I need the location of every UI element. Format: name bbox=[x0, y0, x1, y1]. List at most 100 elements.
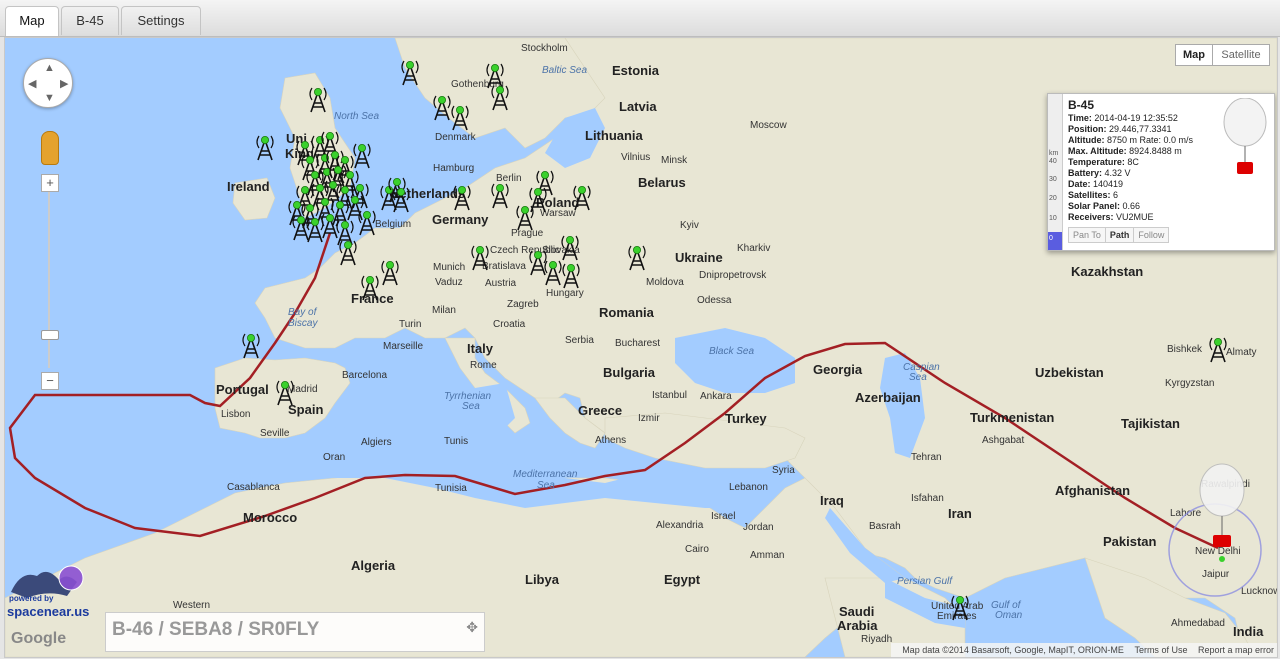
svg-text:Black Sea: Black Sea bbox=[709, 346, 754, 357]
pan-up-icon[interactable]: ▲ bbox=[44, 62, 55, 74]
info-actions: Pan To Path Follow bbox=[1068, 227, 1170, 243]
svg-text:Turkmenistan: Turkmenistan bbox=[970, 410, 1054, 425]
svg-text:Italy: Italy bbox=[467, 341, 494, 356]
svg-text:Casablanca: Casablanca bbox=[227, 482, 280, 493]
spacenear-label: spacenear.us bbox=[7, 604, 90, 619]
svg-text:Afghanistan: Afghanistan bbox=[1055, 483, 1130, 498]
svg-text:Arabia: Arabia bbox=[837, 618, 878, 633]
svg-text:Zagreb: Zagreb bbox=[507, 299, 539, 310]
svg-text:Lithuania: Lithuania bbox=[585, 128, 644, 143]
map-type-satellite-button[interactable]: Satellite bbox=[1212, 44, 1270, 66]
zoom-track[interactable] bbox=[48, 192, 50, 368]
svg-text:Moscow: Moscow bbox=[750, 120, 787, 131]
svg-text:France: France bbox=[351, 291, 394, 306]
svg-text:Tunisia: Tunisia bbox=[435, 483, 467, 494]
svg-text:Seville: Seville bbox=[260, 428, 290, 439]
zoom-control[interactable]: + − bbox=[41, 174, 59, 390]
move-icon[interactable]: ✥ bbox=[466, 619, 478, 636]
svg-text:Turkey: Turkey bbox=[725, 411, 767, 426]
svg-text:Spain: Spain bbox=[288, 402, 323, 417]
svg-text:Syria: Syria bbox=[772, 465, 795, 476]
svg-text:Lahore: Lahore bbox=[1170, 508, 1202, 519]
altitude-tick: 0 bbox=[1049, 235, 1053, 242]
info-row: Max. Altitude: 8924.8488 m bbox=[1068, 146, 1193, 157]
svg-text:Libya: Libya bbox=[525, 572, 560, 587]
altitude-tick: 30 bbox=[1049, 176, 1057, 183]
street-view-pegman-icon[interactable] bbox=[41, 131, 59, 165]
terms-of-use-link[interactable]: Terms of Use bbox=[1134, 645, 1187, 655]
svg-text:Lebanon: Lebanon bbox=[729, 482, 768, 493]
svg-text:Vaduz: Vaduz bbox=[435, 277, 463, 288]
altitude-gauge: km 40 30 20 10 0 bbox=[1048, 94, 1063, 250]
svg-text:Warsaw: Warsaw bbox=[540, 208, 577, 219]
info-row-key: Solar Panel: bbox=[1068, 201, 1121, 211]
svg-text:Istanbul: Istanbul bbox=[652, 390, 687, 401]
pan-right-icon[interactable]: ▶ bbox=[60, 77, 68, 90]
svg-text:Denmark: Denmark bbox=[435, 132, 477, 143]
map-attribution: Map data ©2014 Basarsoft, Google, MapIT,… bbox=[891, 643, 1277, 657]
zoom-thumb[interactable] bbox=[41, 330, 59, 340]
pan-down-icon[interactable]: ▼ bbox=[44, 92, 55, 104]
info-row: Date: 140419 bbox=[1068, 179, 1193, 190]
svg-text:Oran: Oran bbox=[323, 452, 345, 463]
info-row-key: Temperature: bbox=[1068, 157, 1125, 167]
svg-text:Belgium: Belgium bbox=[375, 219, 411, 230]
svg-text:Kyiv: Kyiv bbox=[680, 220, 699, 231]
svg-text:Izmir: Izmir bbox=[638, 413, 660, 424]
report-map-error-link[interactable]: Report a map error bbox=[1198, 645, 1274, 655]
svg-text:Bishkek: Bishkek bbox=[1167, 344, 1203, 355]
follow-button[interactable]: Follow bbox=[1134, 228, 1168, 242]
tracked-payloads-label: B-46 / SEBA8 / SR0FLY bbox=[112, 619, 320, 640]
tab-settings[interactable]: Settings bbox=[121, 6, 201, 35]
svg-text:Hungary: Hungary bbox=[546, 288, 584, 299]
svg-text:Egypt: Egypt bbox=[664, 572, 701, 587]
map-canvas[interactable]: Ireland Uni King Netherlands Belgium Ger… bbox=[4, 37, 1278, 658]
tab-map[interactable]: Map bbox=[5, 6, 59, 36]
svg-text:Georgia: Georgia bbox=[813, 362, 863, 377]
path-button[interactable]: Path bbox=[1106, 228, 1135, 242]
google-logo[interactable]: Google bbox=[11, 630, 66, 648]
spacenear-logo[interactable]: powered by spacenear.us bbox=[7, 562, 91, 620]
svg-text:Uzbekistan: Uzbekistan bbox=[1035, 365, 1104, 380]
svg-text:Minsk: Minsk bbox=[661, 155, 688, 166]
svg-text:Austria: Austria bbox=[485, 278, 517, 289]
svg-text:Tunis: Tunis bbox=[444, 436, 468, 447]
zoom-in-button[interactable]: + bbox=[41, 174, 59, 192]
svg-text:Azerbaijan: Azerbaijan bbox=[855, 390, 921, 405]
map-data-label: Map data ©2014 Basarsoft, Google, MapIT,… bbox=[902, 645, 1124, 655]
pan-left-icon[interactable]: ◀ bbox=[28, 77, 36, 90]
svg-text:Madrid: Madrid bbox=[287, 384, 318, 395]
svg-text:Iran: Iran bbox=[948, 506, 972, 521]
info-row-value: 8924.8488 m bbox=[1126, 146, 1182, 156]
svg-text:Estonia: Estonia bbox=[612, 63, 660, 78]
svg-text:Almaty: Almaty bbox=[1226, 347, 1257, 358]
svg-text:Cairo: Cairo bbox=[685, 544, 709, 555]
tab-bar: Map B-45 Settings bbox=[0, 0, 1280, 37]
pan-to-button[interactable]: Pan To bbox=[1069, 228, 1106, 242]
svg-text:Gothenburg: Gothenburg bbox=[451, 79, 504, 90]
tracked-payloads-box: B-46 / SEBA8 / SR0FLY ✥ bbox=[105, 612, 485, 652]
info-row: Altitude: 8750 m Rate: 0.0 m/s bbox=[1068, 135, 1193, 146]
svg-text:Kharkiv: Kharkiv bbox=[737, 243, 770, 254]
svg-text:Lisbon: Lisbon bbox=[221, 409, 250, 420]
altitude-tick: 10 bbox=[1049, 215, 1057, 222]
tab-b45[interactable]: B-45 bbox=[61, 6, 119, 35]
svg-text:Amman: Amman bbox=[750, 550, 784, 561]
svg-text:Ankara: Ankara bbox=[700, 391, 732, 402]
info-row-value: VU2MUE bbox=[1113, 212, 1154, 222]
svg-text:Odessa: Odessa bbox=[697, 295, 732, 306]
map-type-map-button[interactable]: Map bbox=[1175, 44, 1213, 66]
balloon-image-icon bbox=[1223, 98, 1267, 174]
svg-text:Riyadh: Riyadh bbox=[861, 634, 892, 645]
info-row-value: 4.32 V bbox=[1102, 168, 1131, 178]
svg-text:Isfahan: Isfahan bbox=[911, 493, 944, 504]
zoom-out-button[interactable]: − bbox=[41, 372, 59, 390]
pan-control[interactable]: ▲ ▼ ◀ ▶ bbox=[23, 58, 73, 108]
info-row-value: 2014-04-19 12:35:52 bbox=[1091, 113, 1178, 123]
svg-text:Mediterranean: Mediterranean bbox=[513, 469, 578, 480]
svg-text:Serbia: Serbia bbox=[565, 335, 594, 346]
svg-text:Iraq: Iraq bbox=[820, 493, 844, 508]
svg-text:Munich: Munich bbox=[433, 262, 465, 273]
info-row-key: Battery: bbox=[1068, 168, 1103, 178]
altitude-tick: 40 bbox=[1049, 158, 1057, 165]
